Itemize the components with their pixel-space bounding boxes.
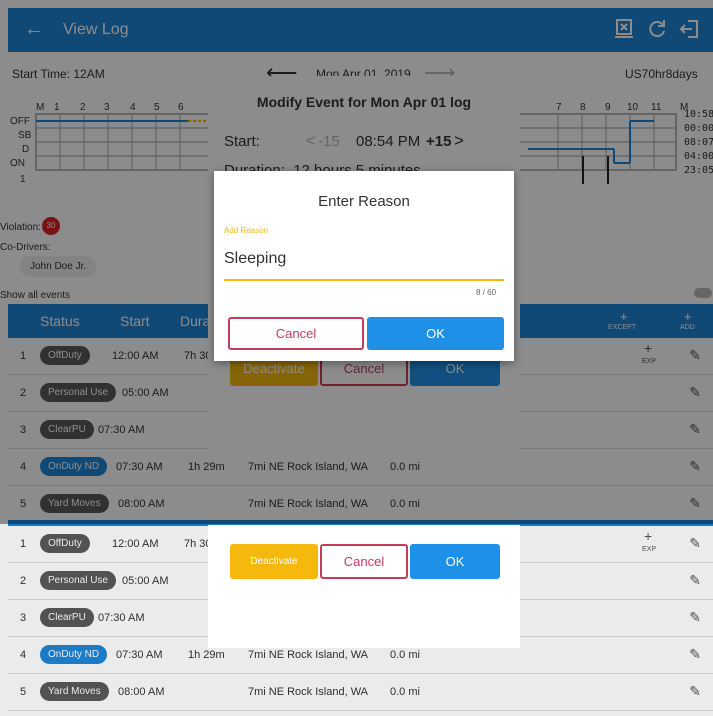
reason-cancel-button[interactable]: Cancel bbox=[228, 317, 364, 350]
deactivate-button[interactable]: Deactivate bbox=[230, 544, 318, 579]
reason-input[interactable]: Sleeping bbox=[224, 250, 286, 268]
reason-field-label: Add Reason bbox=[224, 226, 269, 235]
modify-event-dialog-lower: Deactivate Cancel OK bbox=[208, 525, 520, 648]
enter-reason-dialog: Enter Reason Add Reason Sleeping 8 / 60 … bbox=[214, 171, 514, 361]
cancel-button[interactable]: Cancel bbox=[320, 544, 408, 579]
reason-char-counter: 8 / 60 bbox=[476, 288, 497, 297]
ok-button[interactable]: OK bbox=[410, 544, 500, 579]
reason-input-underline bbox=[224, 279, 504, 281]
reason-dialog-title: Enter Reason bbox=[318, 193, 410, 210]
reason-ok-button[interactable]: OK bbox=[367, 317, 504, 350]
